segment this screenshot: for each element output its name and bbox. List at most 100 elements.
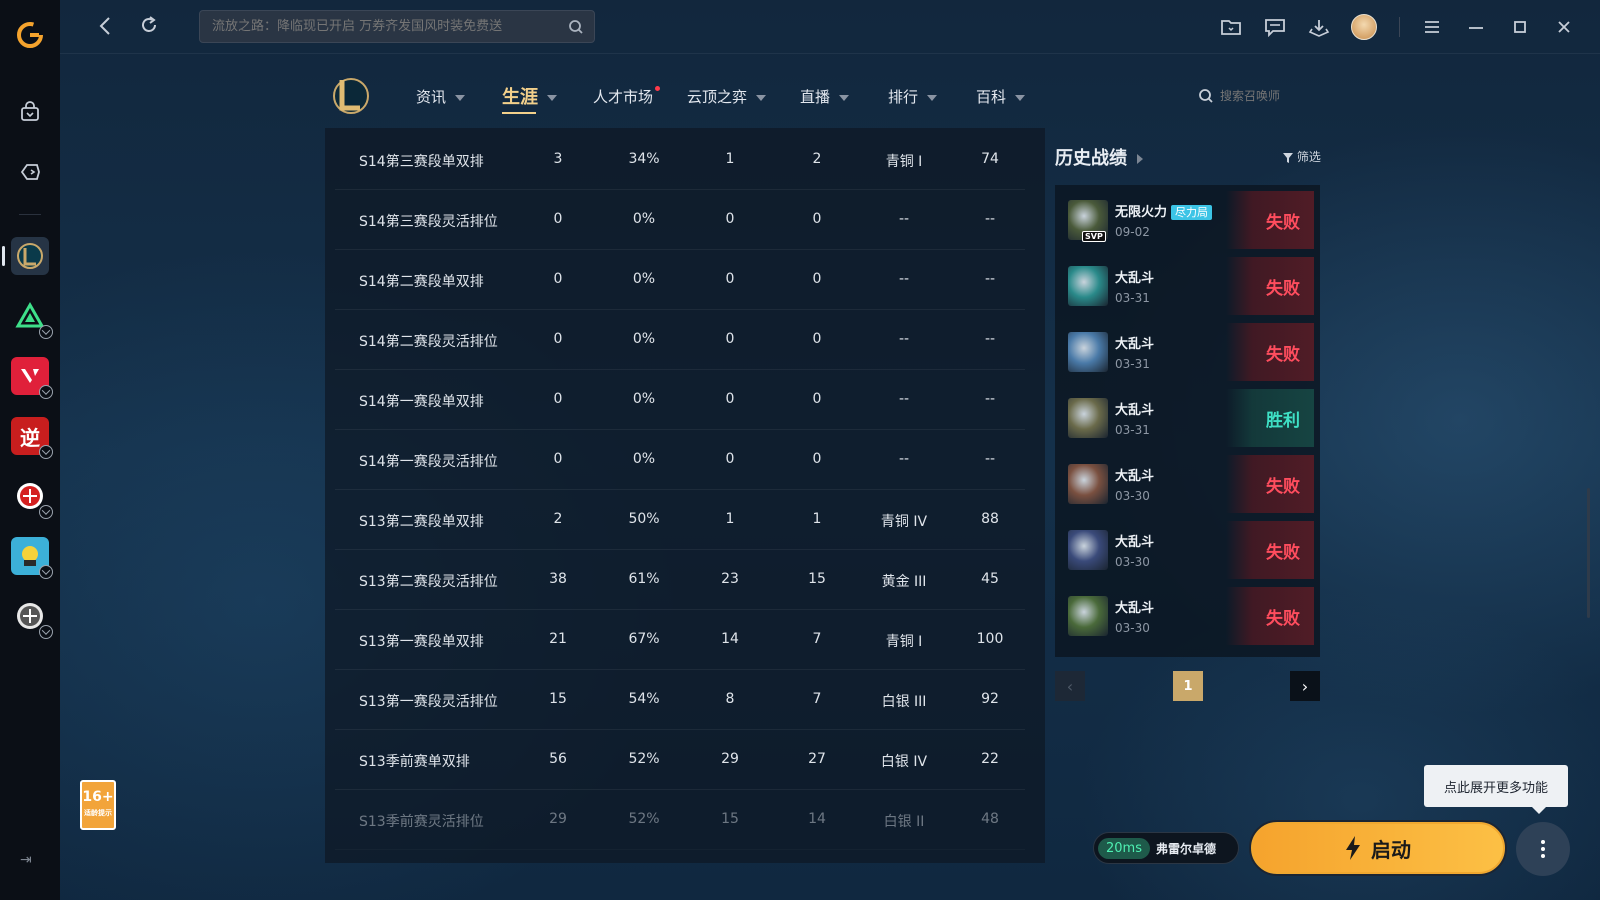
minimize-icon[interactable] [1464, 15, 1488, 39]
nav-tft-label: 云顶之弈 [687, 88, 748, 106]
table-cell: 0 [725, 271, 735, 287]
table-cell: 15 [549, 691, 567, 707]
game-lol-icon[interactable] [2, 237, 49, 275]
match-mode: 大乱斗 [1115, 267, 1235, 286]
search-icon[interactable] [1198, 88, 1214, 104]
prev-page-button[interactable]: ‹ [1055, 671, 1085, 701]
match-history-title[interactable]: 历史战绩 [1055, 144, 1143, 170]
lol-logo-icon[interactable] [330, 74, 370, 118]
game-valorant-icon[interactable] [11, 357, 53, 399]
match-item[interactable]: 大乱斗 03-30 失败 [1060, 455, 1314, 513]
table-cell: -- [898, 271, 910, 287]
nav-wiki[interactable]: 百科 [976, 86, 1026, 107]
table-cell: 0% [632, 391, 656, 407]
server-ping[interactable]: 20ms 弗雷尔卓德 [1093, 832, 1239, 864]
nav-ranking[interactable]: 排行 [888, 86, 938, 107]
message-icon[interactable] [1263, 15, 1287, 39]
top-bar [60, 0, 1600, 54]
store-icon[interactable] [10, 92, 50, 132]
chevron-down-icon [547, 95, 557, 101]
table-cell: 0% [632, 271, 656, 287]
table-cell: 0 [812, 211, 822, 227]
table-cell: 88 [981, 511, 999, 527]
folder-icon[interactable] [1219, 15, 1243, 39]
table-cell: 0 [725, 331, 735, 347]
tooltip-text: 点此展开更多功能 [1443, 780, 1548, 796]
summoner-search[interactable] [1198, 88, 1300, 104]
match-item[interactable]: 大乱斗 03-30 失败 [1060, 521, 1314, 579]
current-page[interactable]: 1 [1173, 671, 1203, 701]
download-manager-icon[interactable] [1307, 15, 1331, 39]
game-crossfire-hd-icon[interactable] [11, 597, 53, 639]
match-item[interactable]: 大乱斗 03-31 失败 [1060, 323, 1314, 381]
match-item[interactable]: 大乱斗 03-31 失败 [1060, 257, 1314, 315]
search-icon[interactable] [568, 19, 584, 35]
table-cell: 0 [812, 451, 822, 467]
table-cell: 青铜 I [885, 154, 923, 170]
match-item[interactable]: SVP 无限火力 尽力局 09-02 失败 [1060, 191, 1314, 249]
summoner-search-input[interactable] [1220, 89, 1300, 103]
nav-news-label: 资讯 [416, 88, 447, 106]
match-item[interactable]: 大乱斗 03-31 胜利 [1060, 389, 1314, 447]
menu-icon[interactable] [1420, 15, 1444, 39]
match-date: 03-30 [1115, 489, 1150, 503]
maximize-icon[interactable] [1508, 15, 1532, 39]
season-queue-name: S13第二赛段单双排 [359, 514, 484, 530]
game-valorant-mobile-icon[interactable] [11, 297, 53, 339]
launch-button[interactable]: 启动 [1249, 820, 1507, 876]
table-cell: 14 [808, 811, 826, 827]
table-row: S14第三赛段单双排 3 34% 1 2 青铜 I 74 [335, 130, 1025, 190]
game-crossfire-icon[interactable] [11, 477, 53, 519]
chevron-right-icon [1137, 154, 1143, 164]
table-cell: 52% [628, 751, 660, 767]
nav-career[interactable]: 生涯 [502, 83, 557, 114]
table-cell: 27 [808, 751, 826, 767]
table-cell: 48 [981, 811, 999, 827]
table-cell: 0% [632, 451, 656, 467]
table-cell: 2 [553, 511, 563, 527]
table-row: S14第二赛段单双排 0 0% 0 0 -- -- [335, 250, 1025, 310]
notification-dot [655, 86, 661, 91]
chevron-down-icon [1015, 94, 1026, 101]
server-name: 弗雷尔卓德 [1155, 841, 1216, 856]
global-search-box[interactable] [199, 10, 595, 43]
season-queue-name: S13第一赛段灵活排位 [359, 694, 498, 710]
nav-tft[interactable]: 云顶之弈 [687, 86, 767, 107]
back-arrow-icon[interactable] [96, 14, 120, 38]
next-page-button[interactable]: › [1290, 671, 1320, 701]
match-history-list: SVP 无限火力 尽力局 09-02 失败 大乱斗 03-31 失败 大乱斗 03-31 失败 大乱斗… [1055, 185, 1320, 657]
match-item[interactable]: 大乱斗 03-30 失败 [1060, 587, 1314, 645]
game-nishuihan-icon[interactable]: 逆 [11, 417, 53, 459]
gamepad-icon[interactable] [10, 152, 50, 192]
table-row: S14第三赛段灵活排位 0 0% 0 0 -- -- [335, 190, 1025, 250]
season-queue-name: S14第三赛段单双排 [359, 154, 484, 170]
season-queue-name: S13季前赛单双排 [359, 754, 470, 770]
nav-news[interactable]: 资讯 [416, 86, 466, 107]
match-info: 大乱斗 03-30 [1115, 465, 1235, 503]
app-logo-icon[interactable] [15, 20, 45, 50]
nav-live[interactable]: 直播 [800, 86, 850, 107]
table-cell: 0 [553, 331, 563, 347]
match-result: 失败 [1226, 521, 1314, 579]
global-search-input[interactable] [200, 11, 550, 42]
table-cell: -- [984, 211, 996, 227]
nav-talent-market[interactable]: 人才市场 [593, 86, 661, 107]
table-cell: 白银 III [881, 694, 927, 710]
more-options-button[interactable] [1516, 822, 1570, 876]
table-cell: 23 [721, 571, 739, 587]
top-right-icons [1219, 14, 1600, 40]
match-mode: 大乱斗 [1115, 399, 1235, 418]
refresh-icon[interactable] [138, 14, 162, 38]
table-cell: 8 [725, 691, 735, 707]
user-avatar[interactable] [1351, 14, 1377, 40]
game-qq-speed-icon[interactable] [11, 537, 53, 579]
table-cell: 0% [632, 331, 656, 347]
table-cell: 青铜 I [885, 634, 923, 650]
match-mode-text: 大乱斗 [1115, 601, 1155, 616]
game-nav: 资讯 生涯 人才市场 云顶之弈 直播 排行 百科 [330, 74, 1300, 120]
collapse-rail-icon[interactable]: ⇥ [20, 852, 38, 868]
table-cell: 白银 II [883, 814, 925, 830]
close-icon[interactable] [1552, 15, 1576, 39]
filter-button[interactable]: 筛选 [1283, 148, 1321, 165]
page-scrollbar[interactable] [1587, 488, 1590, 618]
